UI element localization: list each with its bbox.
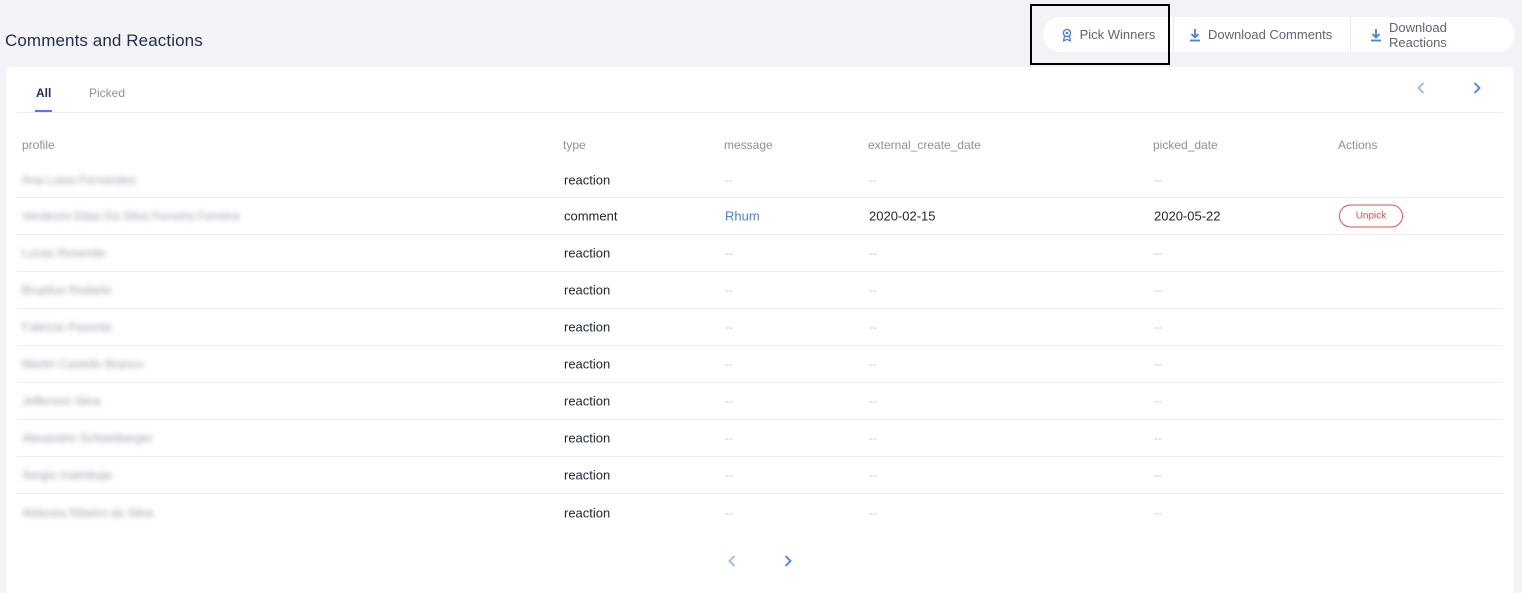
top-prev-page-button[interactable]	[1413, 80, 1429, 96]
tab-bar: All Picked	[17, 67, 1503, 113]
unpick-button[interactable]: Unpick	[1339, 204, 1403, 228]
message-link[interactable]: Rhum	[725, 209, 760, 224]
external-create-date-cell: --	[869, 283, 877, 297]
type-cell: comment	[564, 208, 618, 224]
message-cell: --	[725, 468, 733, 482]
type-cell: reaction	[564, 245, 611, 261]
type-cell: reaction	[564, 356, 611, 372]
external-create-date-cell: --	[869, 394, 877, 408]
table-row: Venâncio Elias Da Silva Ferreira Ferreir…	[17, 198, 1503, 235]
profile-name[interactable]: Aldenira Ribeiro da Silva	[22, 506, 153, 520]
column-header-profile[interactable]: profile	[22, 138, 55, 152]
picked-date-cell: --	[1154, 468, 1162, 482]
external-create-date-cell: --	[869, 172, 877, 187]
picked-date-cell: --	[1154, 357, 1162, 371]
download-icon	[1189, 28, 1201, 42]
page-title: Comments and Reactions	[5, 31, 203, 50]
message-cell: --	[725, 505, 733, 520]
picked-date-cell: --	[1154, 505, 1162, 520]
message-cell: --	[725, 394, 733, 408]
picked-date-cell: --	[1154, 246, 1162, 260]
external-create-date-cell: 2020-02-15	[869, 208, 936, 224]
profile-name[interactable]: Sergio Icaimbuja	[22, 468, 111, 482]
chevron-left-icon	[1417, 82, 1425, 94]
table-row: Martin Castello Branco reaction -- -- --	[17, 346, 1503, 383]
table-row: Alexandre Schweiberger reaction -- -- --	[17, 420, 1503, 457]
table-row: Lucas Resende reaction -- -- --	[17, 235, 1503, 272]
message-cell: --	[725, 431, 733, 445]
type-cell: reaction	[564, 467, 611, 483]
table-row: Sergio Icaimbuja reaction -- -- --	[17, 457, 1503, 494]
profile-name[interactable]: Ana Luisa Fernandes	[22, 173, 136, 187]
chevron-right-icon	[784, 555, 792, 567]
external-create-date-cell: --	[869, 357, 877, 371]
column-header-type[interactable]: type	[563, 138, 586, 152]
picked-date-cell: --	[1154, 431, 1162, 445]
external-create-date-cell: --	[869, 320, 877, 334]
download-reactions-button[interactable]: Download Reactions	[1350, 17, 1515, 52]
message-cell: --	[725, 357, 733, 371]
type-cell: reaction	[564, 282, 611, 298]
pick-winners-label: Pick Winners	[1079, 27, 1156, 42]
action-toolbar: Pick Winners Download Comments Download …	[1043, 17, 1515, 52]
external-create-date-cell: --	[869, 468, 877, 482]
type-cell: reaction	[564, 430, 611, 446]
table-row: Jefferson Silva reaction -- -- --	[17, 383, 1503, 420]
tab-picked[interactable]: Picked	[89, 86, 125, 100]
profile-name[interactable]: Jefferson Silva	[22, 394, 101, 408]
download-comments-button[interactable]: Download Comments	[1173, 17, 1350, 52]
picked-date-cell: --	[1154, 320, 1162, 334]
message-cell: --	[725, 320, 733, 334]
profile-name[interactable]: Martin Castello Branco	[22, 357, 143, 371]
profile-name[interactable]: Lucas Resende	[22, 246, 105, 260]
actions-cell: Unpick	[1339, 204, 1403, 228]
download-comments-label: Download Comments	[1208, 27, 1333, 42]
type-cell: reaction	[564, 319, 611, 335]
table-row: Fabricio Pazente reaction -- -- --	[17, 309, 1503, 346]
table-body: Ana Luisa Fernandes reaction -- -- -- Ve…	[17, 162, 1503, 531]
message-cell: --	[725, 246, 733, 260]
profile-name[interactable]: Venâncio Elias Da Silva Ferreira Ferreir…	[22, 209, 239, 223]
download-icon	[1370, 28, 1382, 42]
profile-name[interactable]: Bruplius Rodarte	[22, 283, 111, 297]
column-header-picked-date[interactable]: picked_date	[1153, 138, 1218, 152]
column-header-message[interactable]: message	[724, 138, 773, 152]
bottom-prev-page-button[interactable]	[724, 553, 740, 569]
award-icon	[1061, 28, 1073, 42]
table-row: Ana Luisa Fernandes reaction -- -- --	[17, 162, 1503, 198]
external-create-date-cell: --	[869, 505, 877, 520]
type-cell: reaction	[564, 393, 611, 409]
column-header-actions: Actions	[1338, 138, 1378, 152]
pick-winners-button[interactable]: Pick Winners	[1043, 17, 1173, 52]
comments-card: All Picked profile type message external…	[6, 67, 1514, 593]
profile-name[interactable]: Fabricio Pazente	[22, 320, 112, 334]
message-cell: --	[725, 172, 733, 187]
type-cell: reaction	[564, 505, 611, 520]
table-row: Bruplius Rodarte reaction -- -- --	[17, 272, 1503, 309]
table-header: profile type message external_create_dat…	[22, 138, 1503, 154]
bottom-next-page-button[interactable]	[780, 553, 796, 569]
picked-date-cell: --	[1154, 394, 1162, 408]
column-header-external-create-date[interactable]: external_create_date	[868, 138, 981, 152]
profile-name[interactable]: Alexandre Schweiberger	[22, 431, 153, 445]
external-create-date-cell: --	[869, 431, 877, 445]
picked-date-cell: --	[1154, 172, 1162, 187]
top-next-page-button[interactable]	[1469, 80, 1485, 96]
picked-date-cell: --	[1154, 283, 1162, 297]
type-cell: reaction	[564, 172, 611, 187]
table-row: Aldenira Ribeiro da Silva reaction -- --…	[17, 494, 1503, 531]
tab-all[interactable]: All	[34, 86, 53, 112]
external-create-date-cell: --	[869, 246, 877, 260]
download-reactions-label: Download Reactions	[1389, 19, 1447, 50]
picked-date-cell: 2020-05-22	[1154, 208, 1221, 224]
chevron-right-icon	[1473, 82, 1481, 94]
chevron-left-icon	[728, 555, 736, 567]
message-cell: --	[725, 283, 733, 297]
